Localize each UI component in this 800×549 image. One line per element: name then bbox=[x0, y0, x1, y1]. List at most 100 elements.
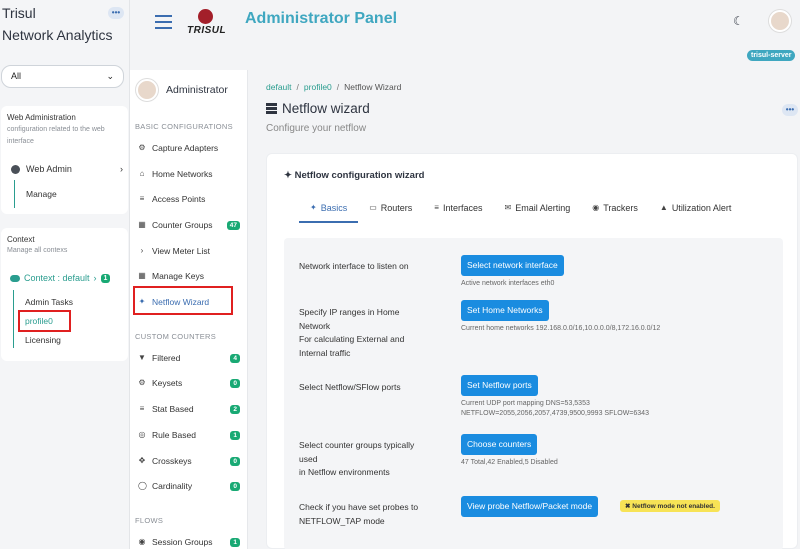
crosshair-icon: ✥ bbox=[138, 456, 146, 465]
brand-title: Trisul bbox=[2, 5, 36, 21]
list-icon: ≡ bbox=[434, 203, 439, 212]
server-icon bbox=[266, 103, 277, 114]
cloud-icon bbox=[10, 274, 20, 282]
set-netflow-ports-button[interactable]: Set Netflow ports bbox=[461, 375, 538, 396]
question-counter-groups: Select counter groups typically used in … bbox=[299, 440, 415, 477]
nav-item-capture-adapters[interactable]: ⚙ Capture Adapters bbox=[138, 143, 244, 153]
count-badge: 0 bbox=[230, 378, 240, 388]
envelope-icon: ✉ bbox=[504, 203, 512, 212]
tab-trackers[interactable]: ◉ Trackers bbox=[581, 201, 649, 223]
sidebar-more-button[interactable]: ••• bbox=[108, 7, 124, 19]
cubes-icon: ▦ bbox=[138, 220, 146, 229]
context-default-item[interactable]: Context : default › 1 bbox=[10, 273, 111, 283]
admin-user-label: Administrator bbox=[166, 84, 228, 96]
question-probes: Check if you have set probes to NETFLOW_… bbox=[299, 502, 419, 526]
home-networks-hint: Current home networks 192.168.0.0/16,10.… bbox=[461, 325, 661, 332]
admin-user: Administrator bbox=[136, 79, 228, 101]
signal-icon: ≡ bbox=[139, 194, 145, 203]
count-badge: 0 bbox=[230, 481, 240, 491]
context-title: Context bbox=[7, 235, 35, 244]
app-sidebar: Trisul Network Analytics ••• All ⌄ Web A… bbox=[0, 0, 130, 549]
avatar[interactable] bbox=[769, 10, 791, 32]
highlight-box bbox=[133, 286, 233, 315]
count-badge: 47 bbox=[226, 220, 240, 230]
web-admin-title: Web Administration bbox=[7, 113, 76, 122]
tab-routers[interactable]: ▭ Routers bbox=[358, 201, 423, 223]
count-badge: 2 bbox=[230, 404, 240, 414]
context-select[interactable]: All ⌄ bbox=[1, 65, 124, 88]
nav-item-view-meter-list[interactable]: › View Meter List bbox=[138, 246, 244, 256]
filter-icon: ▼ bbox=[138, 353, 146, 362]
nav-item-rule-based[interactable]: ◎ Rule Based 1 bbox=[138, 430, 244, 440]
select-network-interface-button[interactable]: Select network interface bbox=[461, 255, 564, 276]
context-select-value: All bbox=[11, 71, 22, 81]
count-badge: 0 bbox=[230, 456, 240, 466]
nav-item-filtered[interactable]: ▼ Filtered 4 bbox=[138, 353, 244, 363]
avatar bbox=[136, 79, 158, 101]
trisul-logo: TRISUL bbox=[187, 9, 227, 39]
nav-item-access-points[interactable]: ≡ Access Points bbox=[138, 194, 244, 204]
eye-icon: ◉ bbox=[138, 537, 146, 546]
nav-item-session-groups[interactable]: ◉ Session Groups 1 bbox=[138, 537, 244, 547]
tab-utilization-alert[interactable]: ▲ Utilization Alert bbox=[649, 201, 742, 223]
breadcrumb-default[interactable]: default bbox=[266, 82, 292, 92]
breadcrumb-current: Netflow Wizard bbox=[344, 82, 402, 92]
context-subtitle: Manage all contexs bbox=[7, 247, 68, 254]
sidebar-item-label: Web Admin bbox=[26, 164, 72, 174]
context-default-label: Context : default bbox=[24, 273, 90, 283]
chevron-right-icon: › bbox=[93, 273, 97, 283]
moon-icon[interactable]: ☾ bbox=[733, 14, 744, 28]
page-title: Netflow wizard bbox=[266, 101, 370, 116]
sidebar-item-web-admin[interactable]: Web Admin › bbox=[11, 164, 123, 174]
sidebar-item-admin-tasks[interactable]: Admin Tasks bbox=[25, 297, 73, 307]
counters-hint: 47 Total,42 Enabled,5 Disabled bbox=[461, 459, 558, 466]
list-icon: ≡ bbox=[139, 404, 145, 413]
circle-icon: ◯ bbox=[138, 481, 147, 490]
wizard-title: ✦ Netflow configuration wizard bbox=[284, 170, 425, 181]
tree-line bbox=[13, 290, 14, 348]
nav-item-crosskeys[interactable]: ✥ Crosskeys 0 bbox=[138, 456, 244, 466]
page-subtitle: Configure your netflow bbox=[266, 123, 367, 134]
brand-subtitle: Network Analytics bbox=[2, 27, 113, 43]
count-badge: 4 bbox=[230, 353, 240, 363]
tab-interfaces[interactable]: ≡ Interfaces bbox=[423, 201, 493, 223]
nav-item-stat-based[interactable]: ≡ Stat Based 2 bbox=[138, 404, 244, 414]
nav-heading-flows: FLOWS bbox=[135, 516, 164, 525]
eye-icon: ◉ bbox=[592, 203, 600, 212]
nav-item-manage-keys[interactable]: ▦ Manage Keys bbox=[138, 271, 244, 281]
context-card: Context Manage all contexs bbox=[1, 228, 128, 361]
menu-icon[interactable] bbox=[155, 15, 172, 33]
nav-item-cardinality[interactable]: ◯ Cardinality 0 bbox=[138, 481, 244, 491]
sidebar-item-licensing[interactable]: Licensing bbox=[25, 335, 61, 345]
view-probe-mode-button[interactable]: View probe Netflow/Packet mode bbox=[461, 496, 599, 517]
question-home-networks: Specify IP ranges in Home Network For ca… bbox=[299, 307, 405, 358]
logo-mark bbox=[198, 9, 213, 24]
page-more-button[interactable]: ••• bbox=[782, 104, 798, 116]
nav-item-home-networks[interactable]: ⌂ Home Networks bbox=[138, 169, 244, 179]
router-icon: ▭ bbox=[369, 203, 377, 212]
server-badge: trisul-server bbox=[747, 50, 796, 61]
nav-item-keysets[interactable]: ⚙ Keysets 0 bbox=[138, 378, 244, 388]
interface-hint: Active network interfaces eth0 bbox=[461, 280, 555, 287]
web-admin-card: Web Administration configuration related… bbox=[1, 106, 128, 214]
netflow-warning-badge: ✖ Netflow mode not enabled. bbox=[620, 500, 720, 512]
home-icon: ⌂ bbox=[139, 169, 145, 178]
tab-email-alerting[interactable]: ✉ Email Alerting bbox=[494, 201, 582, 223]
tab-basics[interactable]: ✦ Basics bbox=[299, 201, 359, 223]
breadcrumb: default / profile0/Netflow Wizard bbox=[266, 82, 402, 92]
breadcrumb-profile0[interactable]: profile0 bbox=[304, 82, 332, 92]
choose-counters-button[interactable]: Choose counters bbox=[461, 434, 538, 455]
nav-item-counter-groups[interactable]: ▦ Counter Groups 47 bbox=[138, 220, 244, 230]
top-header: TRISUL Administrator Panel ☾ trisul-serv… bbox=[130, 0, 800, 66]
set-home-networks-button[interactable]: Set Home Networks bbox=[461, 300, 549, 321]
bell-icon: ▲ bbox=[659, 203, 668, 212]
web-admin-subtitle: configuration related to the web interfa… bbox=[7, 126, 105, 145]
wizard-card: ✦ Netflow configuration wizard ✦ Basics ▭… bbox=[266, 153, 798, 549]
sidebar-item-manage[interactable]: Manage bbox=[26, 189, 57, 199]
netflow-ports-hint: Current UDP port mapping DNS=53,5353 NET… bbox=[461, 400, 649, 417]
gear-icon: ⚙ bbox=[138, 143, 146, 152]
count-badge: 1 bbox=[230, 430, 240, 440]
question-netflow-ports: Select Netflow/SFlow ports bbox=[299, 382, 401, 392]
magic-wand-icon: ✦ bbox=[310, 203, 317, 212]
highlight-box bbox=[18, 310, 71, 332]
